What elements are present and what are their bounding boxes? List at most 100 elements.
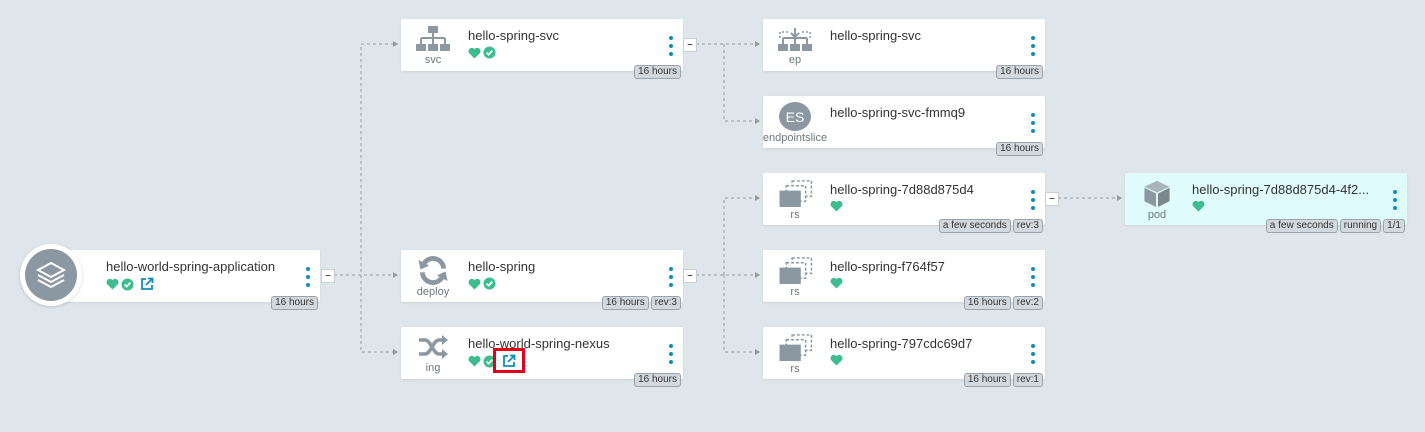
link-deploy-rs1	[723, 197, 760, 275]
pod-phase-badge: running	[1339, 219, 1382, 233]
age-badge: 16 hours	[963, 373, 1011, 387]
rs2-icon-box: rs	[771, 254, 819, 298]
ep-badges: 16 hours	[996, 65, 1043, 79]
heart-icon	[468, 47, 481, 58]
deploy-kind-label: deploy	[416, 286, 450, 298]
app-status	[106, 277, 154, 291]
deploy-name[interactable]: hello-spring	[468, 259, 535, 274]
deploy-badges: 16 hours rev:3	[601, 296, 681, 310]
app-node[interactable]: hello-world-spring-application 16 hours	[60, 250, 320, 310]
endpointslice-kind-label: endpointslice	[762, 132, 828, 144]
age-badge: 16 hours	[996, 65, 1043, 79]
rs3-name[interactable]: hello-spring-797cdc69d7	[830, 336, 972, 351]
rs3-menu-button[interactable]	[1030, 344, 1036, 364]
app-menu-button[interactable]	[305, 267, 311, 287]
ep-menu-button[interactable]	[1030, 36, 1036, 56]
rs3-node[interactable]: rs hello-spring-797cdc69d7 16 hours rev:…	[763, 327, 1045, 387]
svc-collapse-toggle[interactable]: –	[683, 38, 697, 52]
deploy-collapse-toggle[interactable]: –	[683, 269, 697, 283]
layers-icon	[35, 261, 67, 289]
rs1-name[interactable]: hello-spring-7d88d875d4	[830, 182, 974, 197]
rs1-collapse-toggle[interactable]: –	[1045, 192, 1059, 206]
ep-node[interactable]: ep hello-spring-svc 16 hours	[763, 19, 1045, 79]
deploy-node[interactable]: deploy hello-spring 16 hours rev:3	[401, 250, 683, 310]
rs2-status	[830, 277, 843, 289]
rs1-icon-box: rs	[771, 177, 819, 221]
ing-icon-box: ing	[409, 331, 457, 375]
heart-icon	[830, 200, 843, 212]
link-app-ing	[360, 275, 398, 353]
rs1-menu-button[interactable]	[1030, 190, 1036, 210]
app-name[interactable]: hello-world-spring-application	[106, 259, 275, 274]
endpoints-icon	[778, 28, 812, 51]
ing-kind-label: ing	[425, 362, 441, 374]
rs3-kind-label: rs	[790, 363, 800, 375]
pod-name[interactable]: hello-spring-7d88d875d4-4f2...	[1192, 182, 1369, 197]
svc-node[interactable]: svc hello-spring-svc 16 hours	[401, 19, 683, 79]
endpointslice-name[interactable]: hello-spring-svc-fmmq9	[830, 105, 965, 120]
heart-icon	[106, 278, 119, 290]
ep-name[interactable]: hello-spring-svc	[830, 28, 921, 43]
heart-icon	[468, 278, 481, 289]
pod-status	[1192, 200, 1205, 212]
check-circle-icon	[483, 46, 496, 59]
age-badge: 16 hours	[634, 373, 681, 387]
ing-menu-button[interactable]	[668, 344, 674, 364]
link-app-svc	[334, 43, 398, 276]
random-icon	[419, 335, 448, 359]
endpointslice-badges: 16 hours	[996, 142, 1043, 156]
heart-icon	[830, 277, 843, 289]
pod-kind-label: pod	[1147, 209, 1167, 221]
ing-badges: 16 hours	[634, 373, 681, 387]
age-badge: 16 hours	[996, 142, 1043, 156]
pod-node[interactable]: pod hello-spring-7d88d875d4-4f2... a few…	[1125, 173, 1407, 233]
external-link-icon[interactable]	[502, 354, 516, 368]
revision-badge: rev:1	[1012, 373, 1043, 387]
heart-icon	[1192, 200, 1205, 212]
age-badge: 16 hours	[963, 296, 1011, 310]
svc-name[interactable]: hello-spring-svc	[468, 28, 559, 43]
svc-badges: 16 hours	[634, 65, 681, 79]
rs1-badges: a few seconds rev:3	[938, 219, 1043, 233]
replicaset-icon	[779, 334, 813, 362]
deploy-menu-button[interactable]	[668, 267, 674, 287]
heart-icon	[830, 354, 843, 366]
rs2-name[interactable]: hello-spring-f764f57	[830, 259, 945, 274]
rs2-node[interactable]: rs hello-spring-f764f57 16 hours rev:2	[763, 250, 1045, 310]
rs1-kind-label: rs	[790, 209, 800, 221]
check-circle-icon	[121, 278, 134, 290]
rs3-badges: 16 hours rev:1	[963, 373, 1043, 387]
heart-icon	[468, 355, 481, 367]
rs1-node[interactable]: rs hello-spring-7d88d875d4 a few seconds…	[763, 173, 1045, 233]
check-circle-icon	[483, 277, 496, 290]
ep-icon-box: ep	[771, 23, 819, 67]
pod-icon-box: pod	[1133, 177, 1181, 221]
age-badge: a few seconds	[1265, 219, 1338, 233]
svc-icon-box: svc	[409, 23, 457, 67]
ing-name[interactable]: hello-world-spring-nexus	[468, 336, 610, 351]
network-icon	[416, 26, 450, 51]
es-icon: ES	[779, 102, 811, 131]
svc-menu-button[interactable]	[668, 36, 674, 56]
ing-node[interactable]: ing hello-world-spring-nexus 16 hours	[401, 327, 683, 387]
app-badges: 16 hours	[271, 296, 318, 310]
rs1-status	[830, 200, 843, 212]
age-badge: 16 hours	[601, 296, 649, 310]
endpointslice-menu-button[interactable]	[1030, 113, 1036, 133]
link-deploy-rs3	[723, 275, 760, 353]
replicaset-icon	[779, 180, 813, 208]
age-badge: 16 hours	[634, 65, 681, 79]
age-badge: 16 hours	[271, 296, 318, 310]
app-collapse-toggle[interactable]: –	[321, 269, 335, 283]
rs3-status	[830, 354, 843, 366]
external-link-icon[interactable]	[140, 277, 154, 291]
ep-kind-label: ep	[788, 54, 802, 66]
endpointslice-node[interactable]: ES endpointslice hello-spring-svc-fmmq9 …	[762, 96, 1045, 156]
replicaset-icon	[779, 257, 813, 285]
pod-menu-button[interactable]	[1392, 190, 1398, 210]
revision-badge: rev:3	[650, 296, 681, 310]
pod-badges: a few seconds running 1/1	[1265, 219, 1405, 233]
rs2-kind-label: rs	[790, 286, 800, 298]
rs2-menu-button[interactable]	[1030, 267, 1036, 287]
deploy-status	[468, 277, 496, 290]
